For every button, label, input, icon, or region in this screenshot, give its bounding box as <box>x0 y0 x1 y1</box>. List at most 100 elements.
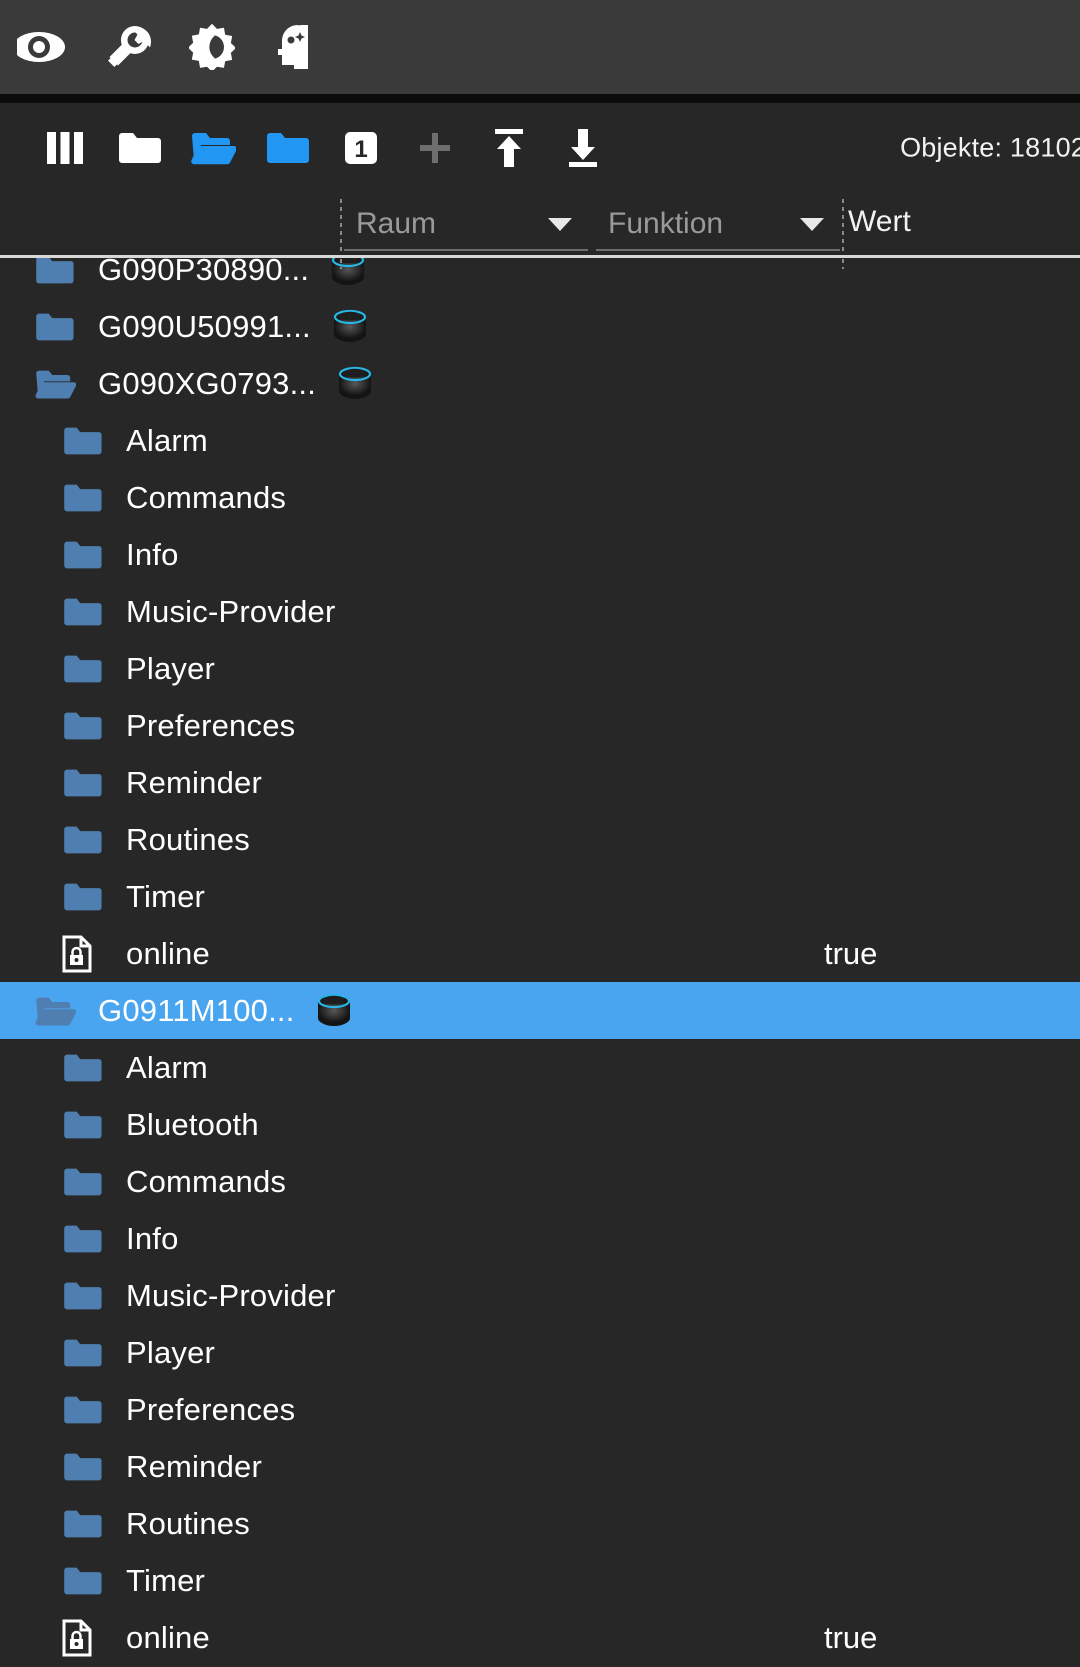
user-head-icon[interactable] <box>254 0 338 94</box>
expand-level-1-icon[interactable]: 1 <box>324 111 398 185</box>
object-tree[interactable]: G090P30890... G090U50991... G090XG0793... A… <box>0 255 1080 1667</box>
tree-row-label: G0911M100... <box>98 992 295 1028</box>
device-thumbnail <box>327 304 373 350</box>
folder-closed-icon[interactable] <box>62 710 112 742</box>
folder-closed-white-icon[interactable] <box>102 111 176 185</box>
tree-row-label: Player <box>126 650 216 686</box>
tree-row-label: G090XG0793... <box>98 365 317 401</box>
tree-row[interactable]: Info <box>0 526 1080 583</box>
tree-row[interactable]: Music-Provider <box>0 583 1080 640</box>
tree-row-label: Preferences <box>126 707 296 743</box>
tree-row[interactable]: Routines <box>0 811 1080 868</box>
tree-row[interactable]: Preferences <box>0 1381 1080 1438</box>
filter-bar: Raum Funktion Wert <box>0 193 1080 255</box>
tree-row-label: Preferences <box>126 1391 296 1427</box>
tree-column-marker-room <box>340 255 342 269</box>
folder-closed-icon[interactable] <box>34 255 84 286</box>
folder-open-icon[interactable] <box>34 994 84 1028</box>
folder-closed-icon[interactable] <box>62 1337 112 1369</box>
tree-row-label: G090U50991... <box>98 308 311 344</box>
folder-closed-icon[interactable] <box>62 482 112 514</box>
tree-row[interactable]: Player <box>0 640 1080 697</box>
tree-row[interactable]: Reminder <box>0 754 1080 811</box>
tree-toolbar: 1 Objekte: 18102 <box>0 103 1080 193</box>
function-filter-select[interactable]: Funktion <box>596 199 840 251</box>
folder-closed-icon[interactable] <box>62 1109 112 1141</box>
app-bar <box>0 0 1080 94</box>
folder-closed-icon[interactable] <box>62 425 112 457</box>
device-thumbnail <box>325 255 371 293</box>
column-separator-room[interactable] <box>340 199 342 251</box>
eye-icon[interactable] <box>2 0 86 94</box>
tree-row[interactable]: Alarm <box>0 412 1080 469</box>
folder-closed-icon[interactable] <box>62 596 112 628</box>
tree-row-value: true <box>824 1619 878 1655</box>
tree-row[interactable]: Player <box>0 1324 1080 1381</box>
tree-row-label: Timer <box>126 1562 206 1598</box>
wrench-icon[interactable] <box>86 0 170 94</box>
folder-closed-icon[interactable] <box>62 1508 112 1540</box>
state-lock-icon[interactable] <box>62 935 112 973</box>
chevron-down-icon <box>800 217 824 231</box>
tree-row[interactable]: Alarm <box>0 1039 1080 1096</box>
room-filter-select[interactable]: Raum <box>344 199 588 251</box>
tree-column-marker-value <box>842 255 844 269</box>
tree-row[interactable]: Info <box>0 1210 1080 1267</box>
tree-row[interactable]: Bluetooth <box>0 1096 1080 1153</box>
folder-closed-blue-icon[interactable] <box>250 111 324 185</box>
folder-closed-icon[interactable] <box>62 881 112 913</box>
tree-row[interactable]: Routines <box>0 1495 1080 1552</box>
tree-row-label: G090P30890... <box>98 255 310 287</box>
upload-icon[interactable] <box>472 111 546 185</box>
tree-row[interactable]: Timer <box>0 868 1080 925</box>
tree-row[interactable]: Commands <box>0 469 1080 526</box>
object-count-label: Objekte: 18102 <box>900 132 1080 163</box>
columns-icon[interactable] <box>28 111 102 185</box>
function-filter-label: Funktion <box>608 207 724 240</box>
folder-closed-icon[interactable] <box>62 1394 112 1426</box>
tree-row-value: true <box>824 935 878 971</box>
device-thumbnail <box>332 361 378 407</box>
tree-row[interactable]: G090XG0793... <box>0 355 1080 412</box>
tree-row-label: online <box>126 935 210 971</box>
tree-row[interactable]: Preferences <box>0 697 1080 754</box>
folder-closed-icon[interactable] <box>62 767 112 799</box>
tree-row[interactable]: online true <box>0 925 1080 982</box>
folder-closed-icon[interactable] <box>62 1166 112 1198</box>
device-thumbnail <box>311 988 357 1034</box>
folder-closed-icon[interactable] <box>62 1223 112 1255</box>
tree-row[interactable]: online true <box>0 1609 1080 1666</box>
chevron-down-icon <box>548 217 572 231</box>
tree-row-label: Info <box>126 1220 179 1256</box>
download-icon[interactable] <box>546 111 620 185</box>
tree-row-label: Alarm <box>126 1049 208 1085</box>
column-separator-value[interactable] <box>842 199 844 251</box>
tree-row[interactable]: Reminder <box>0 1438 1080 1495</box>
folder-closed-icon[interactable] <box>62 653 112 685</box>
folder-closed-icon[interactable] <box>62 539 112 571</box>
tree-row[interactable]: G0911M100... <box>0 982 1080 1039</box>
tree-row-label: Reminder <box>126 1448 262 1484</box>
tree-row[interactable]: Music-Provider <box>0 1267 1080 1324</box>
folder-closed-icon[interactable] <box>62 1052 112 1084</box>
room-filter-label: Raum <box>356 207 437 240</box>
tree-row-label: Reminder <box>126 764 262 800</box>
tree-row-label: Info <box>126 536 179 572</box>
tree-row[interactable]: Timer <box>0 1552 1080 1609</box>
tree-row[interactable]: G090P30890... <box>0 255 1080 298</box>
folder-closed-icon[interactable] <box>62 1280 112 1312</box>
folder-closed-icon[interactable] <box>62 1565 112 1597</box>
tree-row-label: Commands <box>126 1163 287 1199</box>
folder-open-blue-icon[interactable] <box>176 111 250 185</box>
tree-row[interactable]: G090U50991... <box>0 298 1080 355</box>
folder-closed-icon[interactable] <box>34 311 84 343</box>
tree-row-label: Commands <box>126 479 287 515</box>
folder-open-icon[interactable] <box>34 367 84 401</box>
folder-closed-icon[interactable] <box>62 824 112 856</box>
tree-row[interactable]: Commands <box>0 1153 1080 1210</box>
tree-row-label: Music-Provider <box>126 593 336 629</box>
state-lock-icon[interactable] <box>62 1619 112 1657</box>
plus-icon[interactable] <box>398 111 472 185</box>
folder-closed-icon[interactable] <box>62 1451 112 1483</box>
brightness-moon-icon[interactable] <box>170 0 254 94</box>
